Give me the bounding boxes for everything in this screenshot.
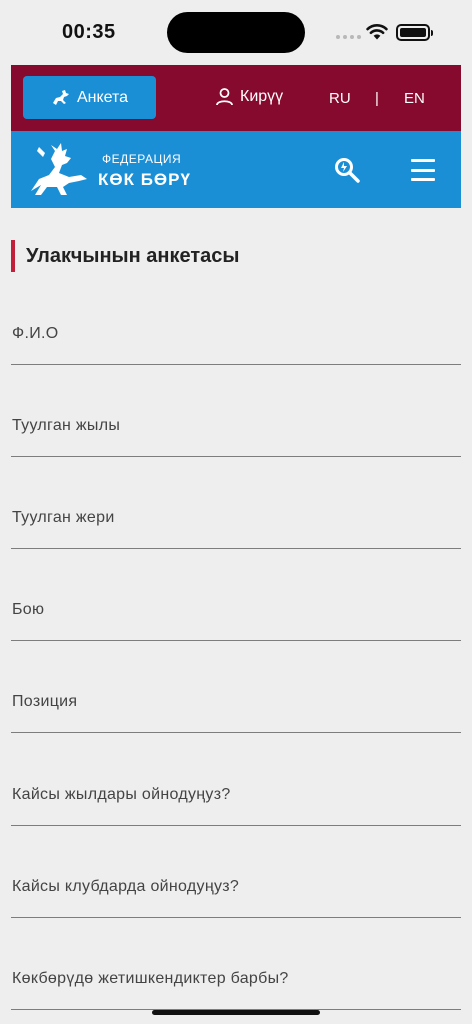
search-icon[interactable] bbox=[333, 156, 361, 184]
federation-logo-icon[interactable] bbox=[29, 141, 89, 197]
user-icon bbox=[216, 88, 233, 106]
logo-text-main: КӨК БӨРҮ bbox=[98, 170, 191, 189]
field-label: Позиция bbox=[12, 693, 78, 710]
battery-icon bbox=[396, 24, 433, 41]
logo-text-top: ФЕДЕРАЦИЯ bbox=[102, 152, 182, 166]
field-birth-place[interactable]: Туулган жери bbox=[11, 509, 461, 549]
field-label: Көкбөрүдө жетишкендиктер барбы? bbox=[12, 970, 289, 987]
field-label: Ф.И.О bbox=[12, 325, 59, 342]
home-indicator bbox=[152, 1010, 320, 1015]
lang-en-link[interactable]: EN bbox=[404, 90, 425, 107]
lang-ru-link[interactable]: RU bbox=[329, 90, 351, 107]
field-label: Бою bbox=[12, 601, 45, 618]
lang-separator: | bbox=[375, 90, 379, 107]
field-label: Туулган жери bbox=[12, 509, 115, 526]
field-years-played[interactable]: Кайсы жылдары ойнодуңуз? bbox=[11, 786, 461, 826]
form-title: Улакчынын анкетасы bbox=[11, 240, 239, 272]
anketa-label: Анкета bbox=[76, 88, 129, 106]
hamburger-menu-icon[interactable] bbox=[411, 159, 435, 181]
status-bar: 00:35 bbox=[0, 0, 472, 64]
status-time: 00:35 bbox=[62, 21, 116, 43]
dynamic-island bbox=[167, 12, 305, 53]
cellular-signal-icon bbox=[336, 35, 361, 39]
horse-rider-icon bbox=[52, 89, 69, 105]
field-position[interactable]: Позиция bbox=[11, 693, 461, 733]
field-label: Кайсы жылдары ойнодуңуз? bbox=[12, 786, 231, 803]
login-label: Кирүү bbox=[240, 88, 284, 105]
field-label: Туулган жылы bbox=[12, 417, 121, 434]
field-achievements[interactable]: Көкбөрүдө жетишкендиктер барбы? bbox=[11, 970, 461, 1010]
field-fio[interactable]: Ф.И.О bbox=[11, 325, 461, 365]
field-clubs-played[interactable]: Кайсы клубдарда ойнодуңуз? bbox=[11, 878, 461, 918]
field-birth-year[interactable]: Туулган жылы bbox=[11, 417, 461, 457]
top-bar: Анкета Кирүү RU | EN bbox=[11, 65, 461, 131]
wifi-icon bbox=[366, 24, 388, 40]
field-label: Кайсы клубдарда ойнодуңуз? bbox=[12, 878, 240, 895]
anketa-button[interactable]: Анкета bbox=[23, 76, 156, 119]
nav-bar: ФЕДЕРАЦИЯ КӨК БӨРҮ bbox=[11, 131, 461, 208]
field-height[interactable]: Бою bbox=[11, 601, 461, 641]
login-link[interactable]: Кирүү bbox=[216, 88, 283, 106]
